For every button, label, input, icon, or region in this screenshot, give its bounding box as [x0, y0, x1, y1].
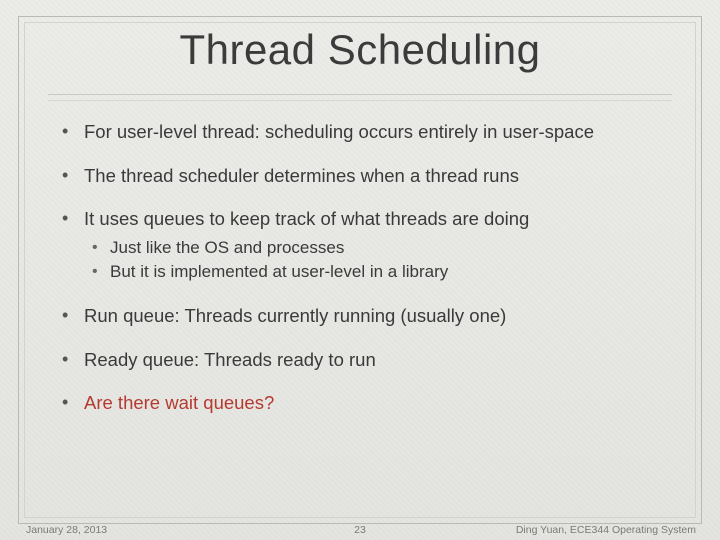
bullet-text: It uses queues to keep track of what thr…: [84, 208, 529, 229]
sub-bullet-list: Just like the OS and processes But it is…: [84, 237, 672, 284]
divider-upper: [48, 94, 672, 95]
bullet-item-highlight: Are there wait queues?: [56, 391, 672, 415]
slide-body: For user-level thread: scheduling occurs…: [56, 120, 672, 504]
slide-title: Thread Scheduling: [0, 26, 720, 74]
bullet-item: It uses queues to keep track of what thr…: [56, 207, 672, 284]
bullet-item: Ready queue: Threads ready to run: [56, 348, 672, 372]
bullet-item: The thread scheduler determines when a t…: [56, 164, 672, 188]
footer-date: January 28, 2013: [26, 524, 107, 536]
divider-lower: [48, 100, 672, 101]
slide: Thread Scheduling For user-level thread:…: [0, 0, 720, 540]
bullet-item: For user-level thread: scheduling occurs…: [56, 120, 672, 144]
bullet-item: Run queue: Threads currently running (us…: [56, 304, 672, 328]
slide-footer: January 28, 2013 23 Ding Yuan, ECE344 Op…: [0, 518, 720, 536]
sub-bullet-item: But it is implemented at user-level in a…: [84, 261, 672, 283]
footer-page-number: 23: [354, 524, 366, 536]
bullet-list: For user-level thread: scheduling occurs…: [56, 120, 672, 415]
footer-author: Ding Yuan, ECE344 Operating System: [516, 524, 696, 536]
sub-bullet-item: Just like the OS and processes: [84, 237, 672, 259]
